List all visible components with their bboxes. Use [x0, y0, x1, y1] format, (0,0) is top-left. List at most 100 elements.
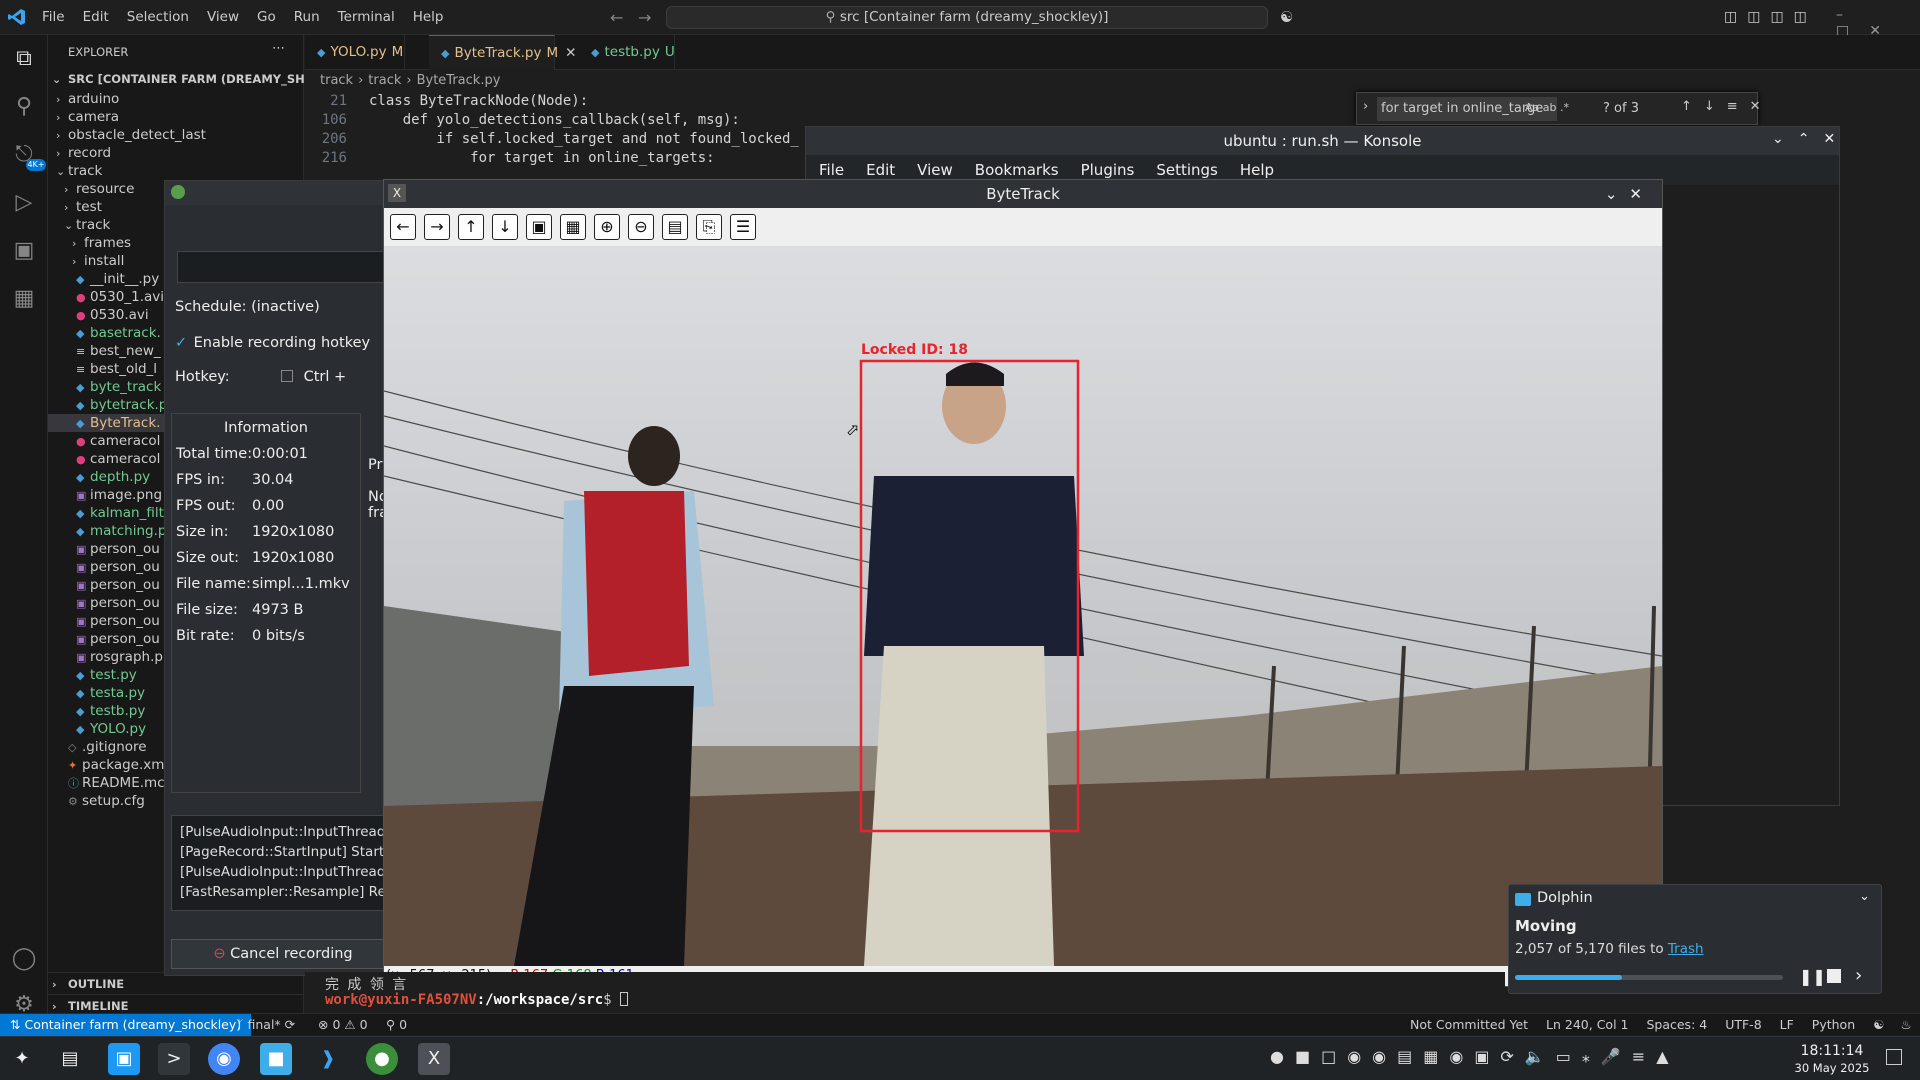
remote-indicator[interactable]: ⇅ Container farm (dreamy_shockley)	[0, 1014, 252, 1036]
terminal-panel[interactable]: 完 成 领 言 work@yuxin-FA507NV:/workspace/sr…	[305, 972, 1505, 1012]
arrow-right-icon[interactable]: →	[424, 214, 450, 240]
accounts-icon[interactable]: ◯	[10, 945, 38, 973]
image-settings-icon[interactable]: ▦	[560, 214, 586, 240]
remote-explorer-icon[interactable]: ▣	[10, 237, 38, 265]
menu-help[interactable]: Help	[404, 0, 453, 35]
tree-item-label: arduino	[68, 91, 120, 107]
branch-indicator[interactable]: ᛉ final* ⟳	[236, 1014, 295, 1036]
discover-store-icon[interactable]: ▣	[108, 1043, 140, 1075]
more-actions-icon[interactable]: ⋯	[272, 41, 285, 56]
code-line[interactable]: 21 class ByteTrackNode(Node):	[305, 92, 588, 111]
pause-icon[interactable]: ❚❚	[1799, 967, 1826, 986]
menu-selection[interactable]: Selection	[118, 0, 198, 35]
x11-task-icon[interactable]: X	[418, 1043, 450, 1075]
checkbox-unchecked-icon[interactable]	[281, 370, 293, 382]
menu-view[interactable]: View	[198, 0, 248, 35]
breadcrumb-item[interactable]: ByteTrack.py	[417, 73, 501, 88]
extensions-icon[interactable]: ▦	[10, 285, 38, 313]
tab-bytetrack-py[interactable]: ◆ ByteTrack.py M ✕	[429, 35, 576, 70]
code-line[interactable]: 106 def yolo_detections_callback(self, m…	[305, 111, 740, 130]
trash-link[interactable]: Trash	[1668, 941, 1704, 957]
code-line[interactable]: 216 for target in online_targets:	[305, 149, 715, 168]
problems-indicator[interactable]: ⊗ 0 ⚠ 0	[318, 1014, 368, 1036]
indentation[interactable]: Spaces: 4	[1646, 1017, 1707, 1032]
notifications-bell-icon[interactable]: ♨	[1900, 1017, 1911, 1032]
breadcrumb-item[interactable]: track	[368, 73, 401, 88]
forward-arrow-icon[interactable]: →	[638, 0, 651, 35]
checkbox-checked-icon[interactable]: ✓	[175, 335, 189, 351]
menu-file[interactable]: File	[33, 0, 74, 35]
app-launcher-icon[interactable]: ✦	[6, 1043, 38, 1075]
chevron-down-icon[interactable]: ⌄	[1859, 889, 1870, 904]
bytetrack-window: X ByteTrack ⌄✕ ← → ↑ ↓ ▣ ▦ ⊕ ⊖ ▤ ⎘ ☰ Loc…	[383, 179, 1663, 987]
show-desktop-icon[interactable]	[1886, 1049, 1902, 1065]
zoom-in-icon[interactable]: ⊕	[594, 214, 620, 240]
breadcrumb-item[interactable]: track	[320, 73, 353, 88]
file-info-icon: ⓘ	[68, 777, 79, 790]
code-line[interactable]: 206 if self.locked_target and not found_…	[305, 130, 799, 149]
vscode-task-icon[interactable]: ❱	[312, 1043, 344, 1075]
search-icon[interactable]: ⚲	[10, 93, 38, 121]
information-title: Information	[224, 420, 308, 436]
command-center[interactable]: ⚲ src [Container farm (dreamy_shockley)]	[666, 6, 1268, 29]
ctrl-checkbox[interactable]: Ctrl +	[281, 369, 346, 385]
menu-go[interactable]: Go	[248, 0, 285, 35]
tree-item-label: test.py	[90, 667, 137, 683]
close-icon[interactable]: ✕	[565, 45, 576, 61]
tab-yolo-py[interactable]: ◆ YOLO.py M	[305, 35, 405, 70]
encoding[interactable]: UTF-8	[1725, 1017, 1761, 1032]
copilot-icon[interactable]: ☯	[1873, 1017, 1884, 1032]
layout-panel-icons[interactable]: ◫◫◫◫	[1724, 9, 1817, 25]
stop-icon[interactable]	[1827, 969, 1841, 983]
arrow-left-icon[interactable]: ←	[390, 214, 416, 240]
zoom-out-icon[interactable]: ⊖	[628, 214, 654, 240]
match-options-icons[interactable]: Aa ab .*	[1525, 101, 1569, 114]
menu-run[interactable]: Run	[285, 0, 329, 35]
konsole-window-controls[interactable]: ⌄⌃✕	[1772, 131, 1849, 147]
root-folder[interactable]: ⌄ SRC [CONTAINER FARM (DREAMY_SHOCK...	[48, 68, 304, 90]
cancel-recording-button[interactable]: ⊖ Cancel recording	[171, 939, 395, 969]
commit-status[interactable]: Not Committed Yet	[1410, 1017, 1528, 1032]
tree-item[interactable]: › camera	[48, 108, 304, 126]
language-mode[interactable]: Python	[1812, 1017, 1855, 1032]
bytetrack-window-controls[interactable]: ⌄✕	[1605, 180, 1654, 208]
properties-icon[interactable]: ☰	[730, 214, 756, 240]
pager-icon[interactable]: ▤	[54, 1043, 86, 1075]
copy-icon[interactable]: ⎘	[696, 214, 722, 240]
arrow-down-icon[interactable]: ↓	[492, 214, 518, 240]
hotkey-checkbox-row[interactable]: ✓ Enable recording hotkey	[175, 335, 370, 351]
copilot-icon[interactable]: ☯	[1280, 8, 1300, 26]
tree-item[interactable]: ⌄ track	[48, 162, 304, 180]
ports-indicator[interactable]: ⚲ 0	[386, 1014, 407, 1036]
arrow-up-icon[interactable]: ↑	[458, 214, 484, 240]
tab-testb-py[interactable]: ◆ testb.py U	[579, 35, 675, 70]
run-debug-icon[interactable]: ▷	[10, 189, 38, 217]
screen-recorder-window: Schedule: (inactive) ✓ Enable recording …	[164, 180, 397, 976]
file-py-icon: ◆	[76, 687, 85, 700]
ssr-empty-field[interactable]	[177, 251, 397, 283]
clock-date[interactable]: 30 May 2025	[1784, 1061, 1880, 1075]
chevron-right-icon[interactable]: ›	[1363, 99, 1368, 114]
tree-item[interactable]: › arduino	[48, 90, 304, 108]
screen-recorder-task-icon[interactable]: ●	[366, 1043, 398, 1075]
konsole-task-icon[interactable]: >	[158, 1043, 190, 1075]
explorer-icon[interactable]: ⧉	[10, 45, 38, 73]
back-arrow-icon[interactable]: ←	[610, 0, 623, 35]
eol[interactable]: LF	[1780, 1017, 1794, 1032]
file-img-icon: ▣	[76, 579, 87, 592]
camera-frame-image[interactable]: Locked ID: 18 ⬀	[384, 246, 1662, 966]
menu-edit[interactable]: Edit	[74, 0, 118, 35]
find-nav-icons[interactable]: ↑↓≡✕	[1681, 99, 1773, 114]
code-text: def yolo_detections_callback(self, msg):	[369, 112, 740, 128]
tree-item[interactable]: › obstacle_detect_last	[48, 126, 304, 144]
clock-time[interactable]: 18:11:14	[1790, 1043, 1874, 1059]
image-icon[interactable]: ▣	[526, 214, 552, 240]
tree-item[interactable]: › record	[48, 144, 304, 162]
system-tray-icons[interactable]: ●■□◉◉▤▦◉▣⟳🔈▭⁎🎤≡▲	[1270, 1047, 1680, 1066]
save-icon[interactable]: ▤	[662, 214, 688, 240]
file-manager-icon[interactable]: ■	[260, 1043, 292, 1075]
menu-terminal[interactable]: Terminal	[329, 0, 404, 35]
cursor-position[interactable]: Ln 240, Col 1	[1546, 1017, 1628, 1032]
chromium-icon[interactable]: ◉	[208, 1043, 240, 1075]
details-chevron-icon[interactable]: ›	[1855, 965, 1862, 986]
